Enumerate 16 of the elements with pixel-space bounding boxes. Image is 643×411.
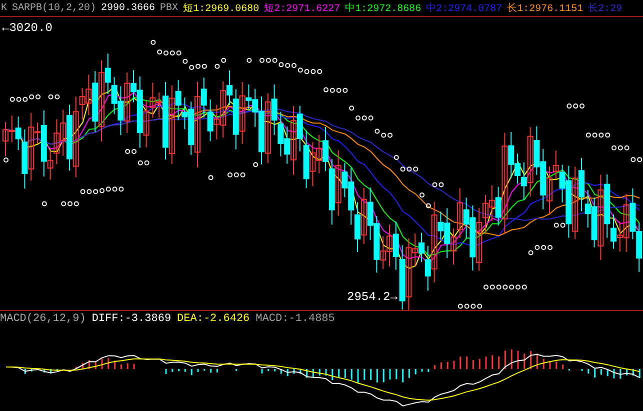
low-price-label: 2954.2→ [347,290,398,304]
indicator-value: 2990.3666 [101,2,156,14]
average-value: 长1:2976.1151 [507,2,584,15]
indicator-label: K [1,2,8,14]
average-value: 长2:29 [588,2,622,15]
average-value: 短1:2969.0680 [183,2,260,15]
macd-value: MACD:-1.4885 [256,313,335,325]
macd-value: DEA:-2.6426 [177,313,250,325]
average-value: 中2:2974.0787 [426,2,502,15]
macd-value: DIFF:-3.3869 [92,313,172,325]
pbx-label: PBX [160,2,178,14]
average-value: 中1:2972.8686 [345,2,422,15]
average-value: 短2:2971.6227 [264,2,340,15]
indicator-name: SARPB(10,2,20) [12,2,96,14]
macd-name: MACD(26,12,9) [0,313,86,325]
high-price-label: ←3020.0 [2,21,52,35]
